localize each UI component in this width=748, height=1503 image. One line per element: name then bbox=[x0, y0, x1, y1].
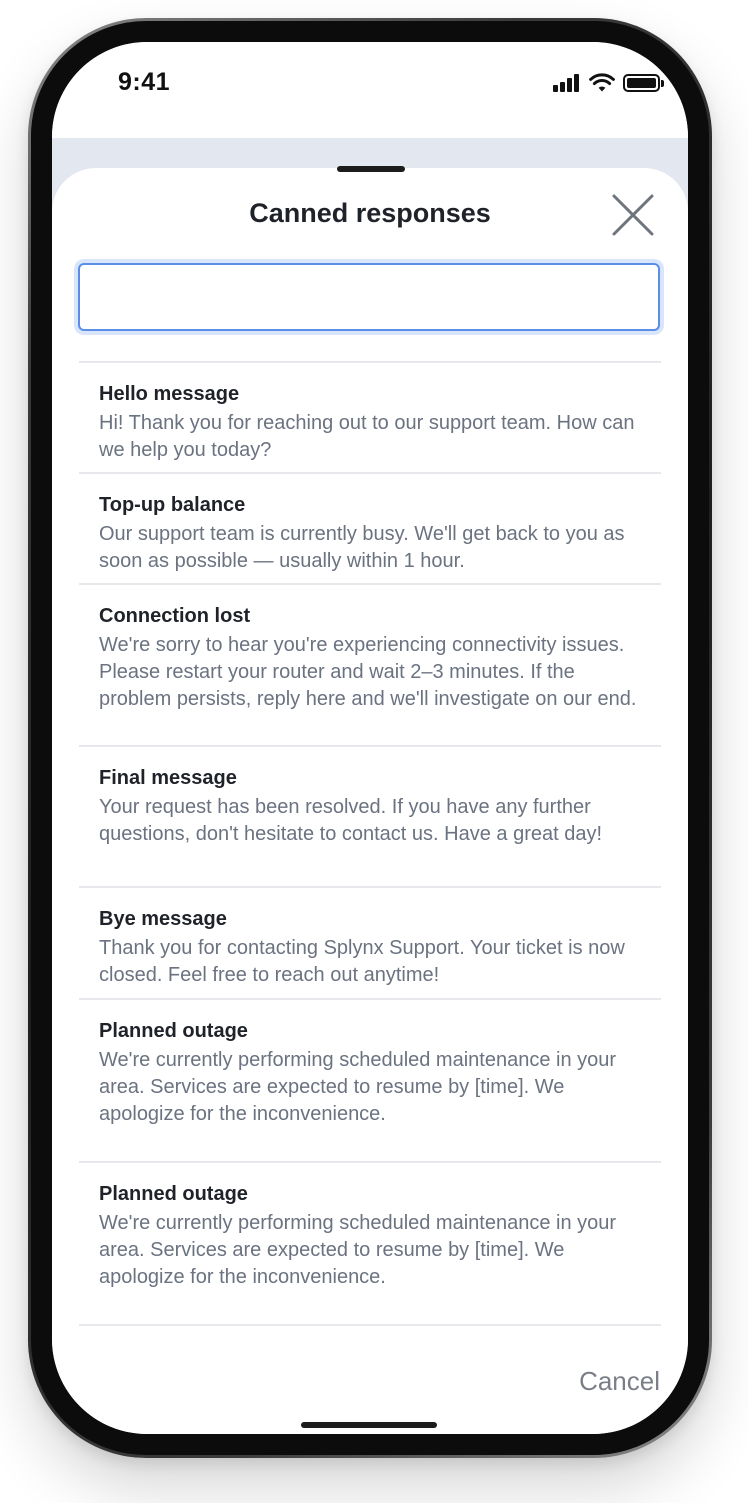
response-title: Top-up balance bbox=[99, 494, 246, 516]
canned-responses-sheet: Canned responses Hello message Hi! Thank… bbox=[52, 166, 688, 1434]
response-list: Hello message Hi! Thank you for reaching… bbox=[79, 361, 661, 1326]
phone-screen: 9:41 Canned responses Hello message Hi! … bbox=[52, 42, 688, 1434]
cancel-button[interactable]: Cancel bbox=[579, 1366, 660, 1397]
response-item-hello-message[interactable]: Hello message Hi! Thank you for reaching… bbox=[79, 363, 661, 474]
response-item-planned-outage-2[interactable]: Planned outage We're currently performin… bbox=[79, 1163, 661, 1326]
response-item-connection-lost[interactable]: Connection lost We're sorry to hear you'… bbox=[79, 585, 661, 747]
response-text: We're currently performing scheduled mai… bbox=[99, 1212, 617, 1288]
status-bar: 9:41 bbox=[52, 42, 688, 138]
response-title: Planned outage bbox=[99, 1020, 248, 1042]
battery-icon bbox=[623, 74, 664, 92]
status-time: 9:41 bbox=[118, 68, 171, 96]
response-text: We're currently performing scheduled mai… bbox=[99, 1049, 617, 1125]
response-item-planned-outage[interactable]: Planned outage We're currently performin… bbox=[79, 1000, 661, 1163]
response-title: Bye message bbox=[99, 908, 227, 930]
response-text: Thank you for contacting Splynx Support.… bbox=[99, 937, 625, 986]
close-icon[interactable] bbox=[610, 192, 656, 238]
response-title: Connection lost bbox=[99, 605, 251, 627]
wifi-icon bbox=[589, 73, 615, 92]
home-indicator[interactable] bbox=[301, 1422, 437, 1428]
response-text: Our support team is currently busy. We'l… bbox=[99, 523, 625, 572]
response-title: Final message bbox=[99, 767, 237, 789]
phone-frame: 9:41 Canned responses Hello message Hi! … bbox=[28, 18, 712, 1458]
search-input[interactable] bbox=[78, 263, 660, 331]
phone-bezel: 9:41 Canned responses Hello message Hi! … bbox=[31, 21, 709, 1455]
response-text: We're sorry to hear you're experiencing … bbox=[99, 634, 637, 710]
response-text: Your request has been resolved. If you h… bbox=[99, 796, 603, 845]
response-title: Hello message bbox=[99, 383, 240, 405]
sheet-grabber[interactable] bbox=[337, 166, 405, 172]
response-item-top-up-balance[interactable]: Top-up balance Our support team is curre… bbox=[79, 474, 661, 585]
response-item-final-message[interactable]: Final message Your request has been reso… bbox=[79, 747, 661, 888]
sheet-title: Canned responses bbox=[249, 198, 491, 228]
response-title: Planned outage bbox=[99, 1183, 248, 1205]
signal-icon bbox=[553, 74, 581, 92]
response-text: Hi! Thank you for reaching out to our su… bbox=[99, 412, 635, 461]
status-icons bbox=[553, 72, 664, 94]
response-item-bye-message[interactable]: Bye message Thank you for contacting Spl… bbox=[79, 888, 661, 1000]
